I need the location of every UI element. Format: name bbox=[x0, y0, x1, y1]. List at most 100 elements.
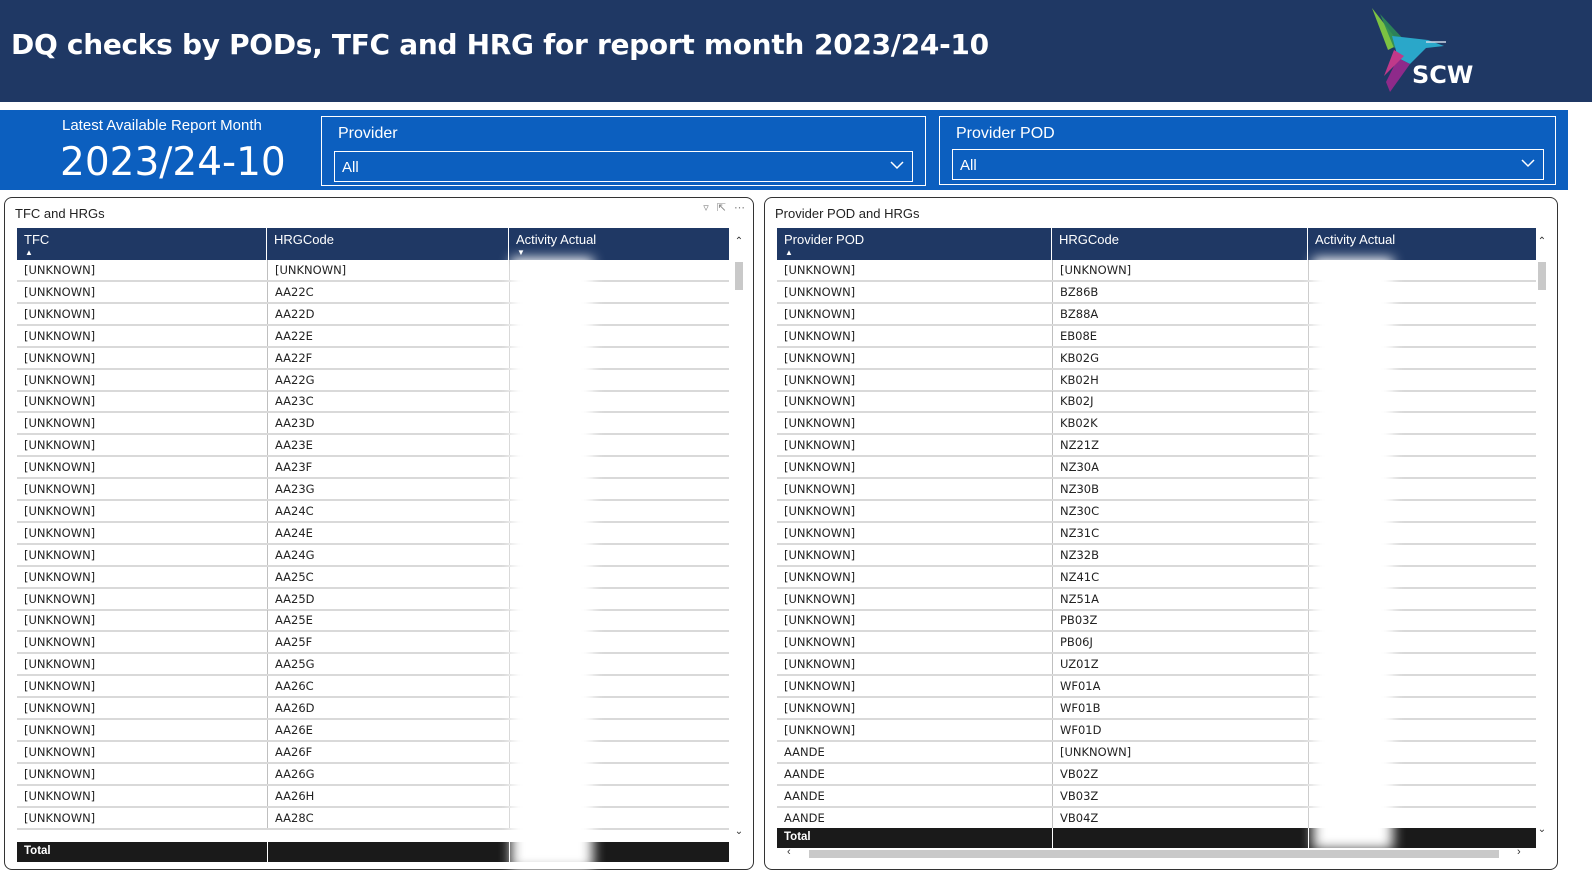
table-row[interactable]: [UNKNOWN] AA22C bbox=[17, 282, 729, 304]
table-row[interactable]: [UNKNOWN] KB02G bbox=[777, 348, 1536, 370]
table-row[interactable]: AANDE VB03Z bbox=[777, 786, 1536, 808]
provider-pod-slicer: Provider POD All bbox=[939, 116, 1556, 185]
table-row[interactable]: [UNKNOWN] NZ32B bbox=[777, 545, 1536, 567]
cell-hrgcode: AA26D bbox=[267, 698, 509, 718]
column-header-activity-actual[interactable]: Activity Actual bbox=[1308, 228, 1536, 260]
scroll-left-icon[interactable]: ‹ bbox=[787, 846, 791, 858]
table-row[interactable]: [UNKNOWN] AA22E bbox=[17, 326, 729, 348]
cell-tfc: [UNKNOWN] bbox=[24, 657, 96, 671]
cell-hrgcode: AA24C bbox=[267, 501, 509, 521]
table-row[interactable]: [UNKNOWN] AA23C bbox=[17, 391, 729, 413]
column-divider bbox=[1308, 828, 1309, 848]
table-row[interactable]: [UNKNOWN] KB02K bbox=[777, 413, 1536, 435]
table-row[interactable]: [UNKNOWN] AA26D bbox=[17, 698, 729, 720]
provider-pod-dropdown[interactable]: All bbox=[952, 149, 1544, 180]
column-header-hrgcode[interactable]: HRGCode bbox=[1052, 228, 1308, 260]
cell-hrgcode: [UNKNOWN] bbox=[1052, 742, 1308, 762]
column-header-activity-actual[interactable]: Activity Actual ▼ bbox=[509, 228, 729, 260]
table-row[interactable]: [UNKNOWN] NZ31C bbox=[777, 523, 1536, 545]
table-row[interactable]: [UNKNOWN] AA22F bbox=[17, 348, 729, 370]
cell-tfc: [UNKNOWN] bbox=[24, 394, 96, 408]
table-row[interactable]: AANDE VB02Z bbox=[777, 764, 1536, 786]
cell-hrgcode: AA22F bbox=[267, 348, 509, 368]
cell-tfc: [UNKNOWN] bbox=[24, 482, 96, 496]
table-row[interactable]: [UNKNOWN] AA26E bbox=[17, 720, 729, 742]
table-row[interactable]: [UNKNOWN] AA26G bbox=[17, 764, 729, 786]
cell-hrgcode: AA26C bbox=[267, 676, 509, 696]
table-row[interactable]: [UNKNOWN] WF01B bbox=[777, 698, 1536, 720]
table-row[interactable]: [UNKNOWN] WF01A bbox=[777, 676, 1536, 698]
cell-provider-pod: [UNKNOWN] bbox=[784, 635, 856, 649]
table-row[interactable]: [UNKNOWN] NZ30B bbox=[777, 479, 1536, 501]
table-row[interactable]: [UNKNOWN] PB06J bbox=[777, 632, 1536, 654]
table-row[interactable]: [UNKNOWN] AA23E bbox=[17, 435, 729, 457]
latest-month-value: 2023/24-10 bbox=[60, 140, 286, 185]
table-row[interactable]: [UNKNOWN] WF01D bbox=[777, 720, 1536, 742]
scroll-down-icon[interactable]: ⌄ bbox=[733, 826, 745, 837]
table-row[interactable]: [UNKNOWN] NZ21Z bbox=[777, 435, 1536, 457]
table-row[interactable]: [UNKNOWN] AA25G bbox=[17, 654, 729, 676]
vertical-scrollbar[interactable]: ⌃ ⌄ bbox=[1536, 236, 1548, 840]
column-divider bbox=[1052, 828, 1053, 848]
table-row[interactable]: [UNKNOWN] AA22D bbox=[17, 304, 729, 326]
table-row[interactable]: AANDE VB04Z bbox=[777, 808, 1536, 830]
table-row[interactable]: [UNKNOWN] UZ01Z bbox=[777, 654, 1536, 676]
scrollbar-thumb[interactable] bbox=[1538, 262, 1546, 290]
table-row[interactable]: [UNKNOWN] AA26F bbox=[17, 742, 729, 764]
table-row[interactable]: [UNKNOWN] NZ30C bbox=[777, 501, 1536, 523]
column-header-label: HRGCode bbox=[1059, 232, 1119, 247]
table-row[interactable]: [UNKNOWN] [UNKNOWN] bbox=[17, 260, 729, 282]
filter-icon[interactable]: ▿ bbox=[703, 202, 709, 214]
table-row[interactable]: [UNKNOWN] BZ88A bbox=[777, 304, 1536, 326]
table-row[interactable]: [UNKNOWN] AA25E bbox=[17, 610, 729, 632]
cell-tfc: [UNKNOWN] bbox=[24, 811, 96, 825]
tfc-hrg-panel: TFC and HRGs ▿ ⇱ ⋯ TFC ▲ HRGCode Activity … bbox=[4, 197, 754, 870]
provider-slicer: Provider All bbox=[321, 116, 926, 186]
horizontal-scrollbar[interactable]: ‹ › bbox=[777, 846, 1533, 860]
column-header-tfc[interactable]: TFC ▲ bbox=[17, 228, 267, 260]
table-row[interactable]: [UNKNOWN] BZ86B bbox=[777, 282, 1536, 304]
more-options-icon[interactable]: ⋯ bbox=[734, 202, 745, 214]
table-row[interactable]: [UNKNOWN] AA26H bbox=[17, 786, 729, 808]
table-row[interactable]: [UNKNOWN] AA28C bbox=[17, 808, 729, 830]
page-title-text: DQ checks by PODs, TFC and HRG for repor… bbox=[11, 28, 805, 61]
cell-hrgcode: AA22E bbox=[267, 326, 509, 346]
table-row[interactable]: [UNKNOWN] AA25D bbox=[17, 589, 729, 611]
table-row[interactable]: [UNKNOWN] [UNKNOWN] bbox=[777, 260, 1536, 282]
table-row[interactable]: [UNKNOWN] AA23D bbox=[17, 413, 729, 435]
column-header-provider-pod[interactable]: Provider POD ▲ bbox=[777, 228, 1052, 260]
table-row[interactable]: [UNKNOWN] AA25F bbox=[17, 632, 729, 654]
table-row[interactable]: [UNKNOWN] NZ51A bbox=[777, 589, 1536, 611]
table-row[interactable]: [UNKNOWN] KB02H bbox=[777, 370, 1536, 392]
column-header-hrgcode[interactable]: HRGCode bbox=[267, 228, 509, 260]
table-row[interactable]: [UNKNOWN] NZ30A bbox=[777, 457, 1536, 479]
table-row[interactable]: [UNKNOWN] KB02J bbox=[777, 391, 1536, 413]
table-row[interactable]: [UNKNOWN] AA24E bbox=[17, 523, 729, 545]
table-row[interactable]: [UNKNOWN] AA23G bbox=[17, 479, 729, 501]
table-row[interactable]: [UNKNOWN] AA22G bbox=[17, 370, 729, 392]
scrollbar-thumb[interactable] bbox=[809, 850, 1499, 858]
cell-tfc: [UNKNOWN] bbox=[24, 526, 96, 540]
scrollbar-thumb[interactable] bbox=[735, 262, 743, 290]
cell-provider-pod: AANDE bbox=[784, 767, 825, 781]
scroll-up-icon[interactable]: ⌃ bbox=[733, 236, 745, 247]
table-row[interactable]: [UNKNOWN] AA24C bbox=[17, 501, 729, 523]
table-row[interactable]: AANDE [UNKNOWN] bbox=[777, 742, 1536, 764]
scroll-right-icon[interactable]: › bbox=[1517, 846, 1521, 858]
cell-hrgcode: AA25G bbox=[267, 654, 509, 674]
table-row[interactable]: [UNKNOWN] AA23F bbox=[17, 457, 729, 479]
scroll-down-icon[interactable]: ⌄ bbox=[1536, 824, 1548, 835]
cell-hrgcode: NZ51A bbox=[1052, 589, 1308, 609]
table-row[interactable]: [UNKNOWN] AA24G bbox=[17, 545, 729, 567]
vertical-scrollbar[interactable]: ⌃ ⌄ bbox=[733, 236, 745, 842]
pod-hrg-panel-title: Provider POD and HRGs bbox=[775, 206, 920, 221]
scroll-up-icon[interactable]: ⌃ bbox=[1536, 236, 1548, 247]
table-row[interactable]: [UNKNOWN] AA25C bbox=[17, 567, 729, 589]
provider-dropdown[interactable]: All bbox=[334, 151, 913, 182]
table-row[interactable]: [UNKNOWN] NZ41C bbox=[777, 567, 1536, 589]
table-row[interactable]: [UNKNOWN] PB03Z bbox=[777, 610, 1536, 632]
cell-hrgcode: AA25E bbox=[267, 610, 509, 630]
table-row[interactable]: [UNKNOWN] AA26C bbox=[17, 676, 729, 698]
focus-mode-icon[interactable]: ⇱ bbox=[717, 202, 726, 214]
table-row[interactable]: [UNKNOWN] EB08E bbox=[777, 326, 1536, 348]
